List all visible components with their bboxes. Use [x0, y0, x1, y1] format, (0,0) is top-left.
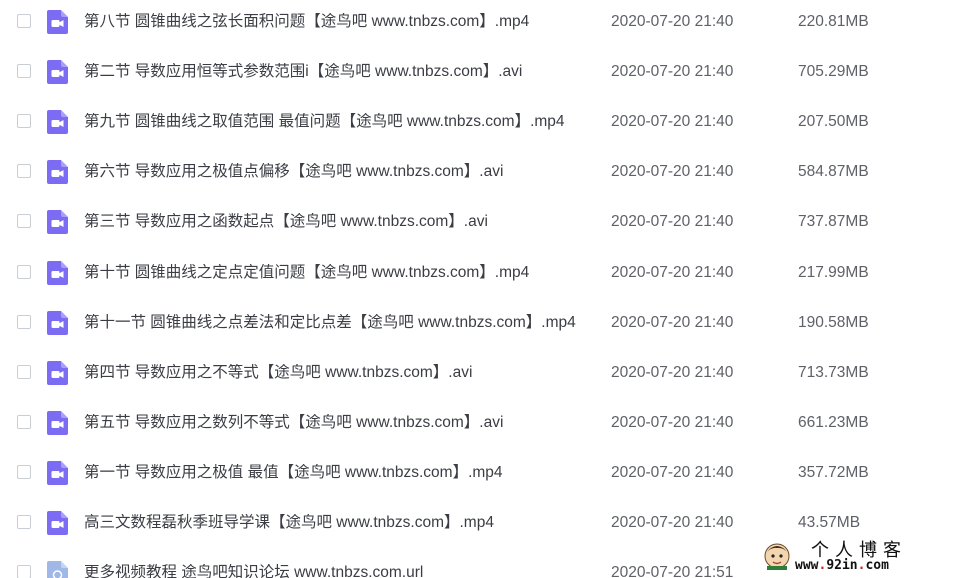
- row-checkbox[interactable]: [17, 214, 31, 229]
- file-modified-date: 2020-07-20 21:40: [611, 163, 734, 181]
- video-file-icon[interactable]: [47, 60, 68, 85]
- file-modified-date: 2020-07-20 21:40: [611, 413, 734, 431]
- file-modified-date: 2020-07-20 21:40: [611, 363, 734, 381]
- row-checkbox[interactable]: [17, 114, 31, 129]
- video-file-icon[interactable]: [47, 10, 68, 34]
- file-name[interactable]: 第十节 圆锥曲线之定点定值问题【途鸟吧 www.tnbzs.com】.mp4: [84, 264, 594, 282]
- file-row[interactable]: 第六节 导数应用之极值点偏移【途鸟吧 www.tnbzs.com】.avi 202…: [0, 153, 957, 203]
- file-row[interactable]: 第三节 导数应用之函数起点【途鸟吧 www.tnbzs.com】.avi 2020…: [0, 203, 957, 253]
- row-checkbox[interactable]: [17, 64, 31, 79]
- file-name[interactable]: 更多视频教程 途鸟吧知识论坛 www.tnbzs.com.url: [84, 564, 594, 578]
- file-row[interactable]: 第五节 导数应用之数列不等式【途鸟吧 www.tnbzs.com】.avi 202…: [0, 404, 957, 454]
- row-checkbox[interactable]: [17, 164, 31, 179]
- video-file-icon[interactable]: [47, 460, 68, 485]
- file-name[interactable]: 第十一节 圆锥曲线之点差法和定比点差【途鸟吧 www.tnbzs.com】.mp…: [84, 314, 594, 332]
- file-size: 357.72MB: [798, 463, 869, 481]
- file-size: 43.57MB: [798, 514, 861, 531]
- file-modified-date: 2020-07-20 21:40: [611, 313, 734, 331]
- file-name[interactable]: 第二节 导数应用恒等式参数范围i【途鸟吧 www.tnbzs.com】.avi: [84, 63, 594, 81]
- row-checkbox[interactable]: [17, 14, 31, 28]
- file-size: 705.29MB: [798, 63, 869, 81]
- file-modified-date: 2020-07-20 21:40: [611, 263, 734, 281]
- link-file-icon[interactable]: [47, 561, 68, 578]
- file-name[interactable]: 第九节 圆锥曲线之取值范围 最值问题【途鸟吧 www.tnbzs.com】.mp…: [84, 113, 594, 131]
- row-checkbox[interactable]: [17, 464, 31, 479]
- row-checkbox[interactable]: [17, 264, 31, 279]
- file-row[interactable]: 第一节 导数应用之极值 最值【途鸟吧 www.tnbzs.com】.mp4 202…: [0, 454, 957, 504]
- file-modified-date: 2020-07-20 21:40: [611, 13, 734, 30]
- file-modified-date: 2020-07-20 21:40: [611, 63, 734, 81]
- file-size: 737.87MB: [798, 213, 869, 231]
- video-file-icon[interactable]: [47, 511, 68, 535]
- file-modified-date: 2020-07-20 21:40: [611, 113, 734, 131]
- file-name[interactable]: 第四节 导数应用之不等式【途鸟吧 www.tnbzs.com】.avi: [84, 364, 594, 382]
- watermark-url: www.92in.com: [795, 558, 889, 573]
- file-name[interactable]: 第五节 导数应用之数列不等式【途鸟吧 www.tnbzs.com】.avi: [84, 414, 594, 432]
- file-modified-date: 2020-07-20 21:40: [611, 463, 734, 481]
- file-row[interactable]: 第十节 圆锥曲线之定点定值问题【途鸟吧 www.tnbzs.com】.mp4 20…: [0, 254, 957, 304]
- file-name[interactable]: 第一节 导数应用之极值 最值【途鸟吧 www.tnbzs.com】.mp4: [84, 464, 594, 482]
- file-row[interactable]: 第九节 圆锥曲线之取值范围 最值问题【途鸟吧 www.tnbzs.com】.mp…: [0, 103, 957, 153]
- row-checkbox[interactable]: [17, 565, 31, 578]
- row-checkbox[interactable]: [17, 515, 31, 529]
- video-file-icon[interactable]: [47, 160, 68, 185]
- video-file-icon[interactable]: [47, 260, 68, 285]
- video-file-icon[interactable]: [47, 210, 68, 235]
- row-checkbox[interactable]: [17, 364, 31, 379]
- video-file-icon[interactable]: [47, 410, 68, 435]
- file-modified-date: 2020-07-20 21:51: [611, 564, 734, 578]
- file-name[interactable]: 第六节 导数应用之极值点偏移【途鸟吧 www.tnbzs.com】.avi: [84, 163, 594, 181]
- video-file-icon[interactable]: [47, 310, 68, 335]
- file-row[interactable]: 第八节 圆锥曲线之弦长面积问题【途鸟吧 www.tnbzs.com】.mp4 20…: [0, 3, 957, 53]
- file-size: 584.87MB: [798, 163, 869, 181]
- file-modified-date: 2020-07-20 21:40: [611, 213, 734, 231]
- file-row[interactable]: 第十一节 圆锥曲线之点差法和定比点差【途鸟吧 www.tnbzs.com】.mp…: [0, 304, 957, 354]
- file-list: 第八节 圆锥曲线之弦长面积问题【途鸟吧 www.tnbzs.com】.mp4 20…: [0, 0, 957, 578]
- file-size: 207.50MB: [798, 113, 869, 131]
- file-name[interactable]: 高三文数程磊秋季班导学课【途鸟吧 www.tnbzs.com】.mp4: [84, 514, 594, 532]
- file-row[interactable]: 第四节 导数应用之不等式【途鸟吧 www.tnbzs.com】.avi 2020-…: [0, 354, 957, 404]
- cartoon-avatar-icon: [761, 539, 793, 571]
- file-name[interactable]: 第三节 导数应用之函数起点【途鸟吧 www.tnbzs.com】.avi: [84, 213, 594, 231]
- file-size: 661.23MB: [798, 413, 869, 431]
- file-size: 713.73MB: [798, 363, 869, 381]
- video-file-icon[interactable]: [47, 110, 68, 135]
- file-size: 190.58MB: [798, 313, 869, 331]
- row-checkbox[interactable]: [17, 414, 31, 429]
- watermark: 个人博客 www.92in.com: [755, 534, 957, 578]
- file-name[interactable]: 第八节 圆锥曲线之弦长面积问题【途鸟吧 www.tnbzs.com】.mp4: [84, 13, 594, 31]
- video-file-icon[interactable]: [47, 360, 68, 385]
- file-size: 217.99MB: [798, 263, 869, 281]
- row-checkbox[interactable]: [17, 314, 31, 329]
- file-row[interactable]: 第二节 导数应用恒等式参数范围i【途鸟吧 www.tnbzs.com】.avi 2…: [0, 53, 957, 103]
- file-size: 220.81MB: [798, 13, 869, 30]
- file-modified-date: 2020-07-20 21:40: [611, 514, 734, 531]
